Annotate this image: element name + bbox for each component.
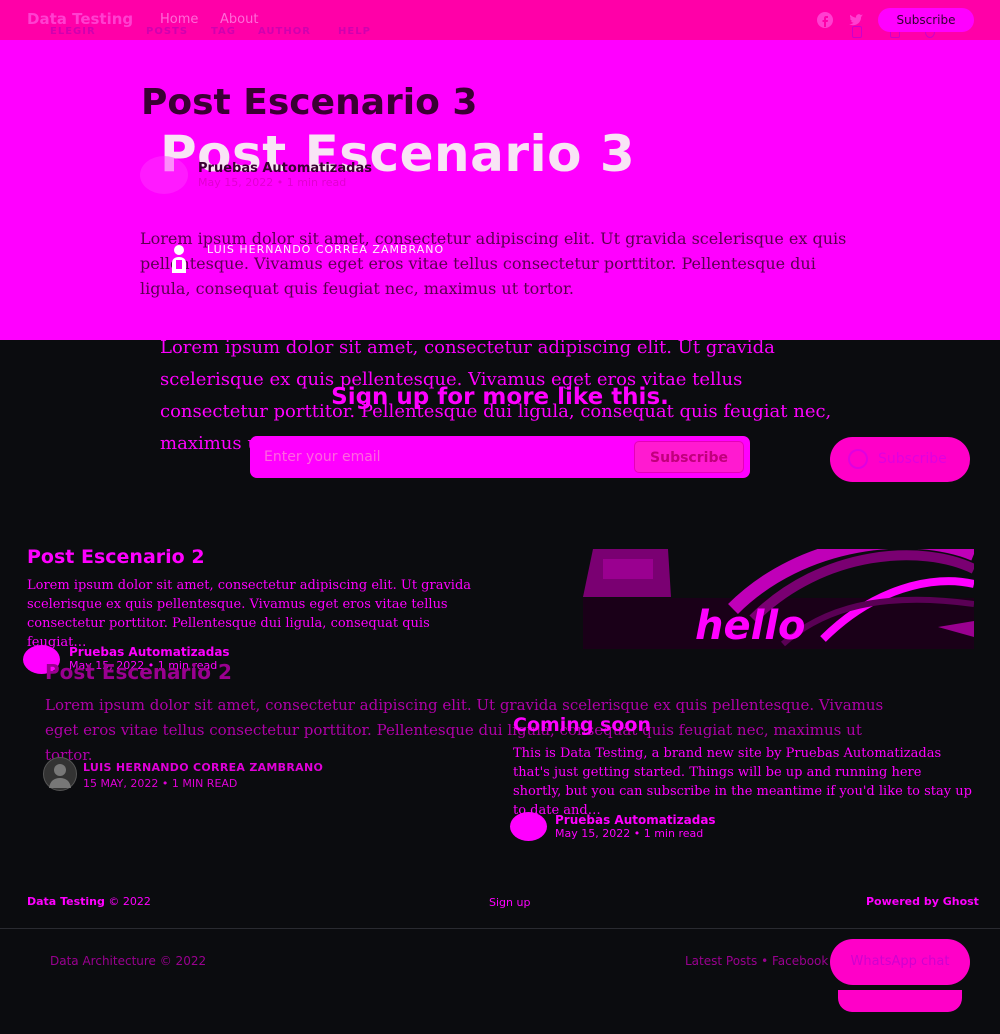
email-input[interactable]: [264, 436, 624, 478]
card-title[interactable]: Post Escenario 2: [27, 546, 205, 568]
card-author-name[interactable]: Pruebas Automatizadas: [69, 645, 230, 659]
card-excerpt: This is Data Testing, a brand new site b…: [513, 746, 972, 818]
ghost-nav-item: TAG: [211, 26, 236, 37]
nav-about[interactable]: About: [220, 12, 258, 27]
feature-image-text: hello: [695, 603, 806, 649]
card-author-avatar: [510, 812, 547, 841]
author-avatar[interactable]: [140, 156, 188, 194]
card-title[interactable]: Coming soon: [513, 714, 651, 736]
floating-subscribe-button[interactable]: Subscribe: [830, 437, 970, 482]
person-icon: [170, 243, 188, 273]
signup-heading: Sign up for more like this.: [331, 384, 669, 410]
card-feature-image[interactable]: hello: [583, 549, 974, 649]
ghost-author-name: LUIS HERNANDO CORREA ZAMBRANO: [207, 243, 445, 256]
footer-powered-by[interactable]: Powered by Ghost: [866, 895, 979, 908]
nav-home[interactable]: Home: [160, 12, 198, 27]
post-meta: May 15, 2022 • 1 min read: [198, 176, 347, 189]
footer-brand[interactable]: Data Testing: [27, 895, 105, 908]
card-meta: May 15, 2022 • 1 min read: [555, 827, 704, 840]
ghost-footer-copyright: Data Architecture © 2022: [50, 954, 207, 968]
footer-copyright: Data Testing © 2022: [27, 895, 151, 908]
ghost-footer-links: Latest Posts • Facebook: [685, 954, 829, 968]
ghost-card-avatar: [43, 757, 77, 791]
footer-year: © 2022: [104, 895, 151, 908]
facebook-icon[interactable]: [816, 11, 834, 29]
signup-form: Subscribe: [250, 436, 750, 478]
ghost-user-icon: [852, 26, 862, 38]
ghost-card-author: LUIS HERNANDO CORREA ZAMBRANO: [83, 761, 324, 774]
signup-submit-button[interactable]: Subscribe: [634, 441, 744, 473]
ghost-nav-item: HELP: [338, 26, 371, 37]
ghost-nav-item: AUTHOR: [258, 26, 311, 37]
post-title: Post Escenario 3: [141, 82, 478, 123]
card-author-name[interactable]: Pruebas Automatizadas: [555, 813, 716, 827]
subscribe-icon: [848, 449, 868, 469]
ghost-card-meta: 15 MAY, 2022 • 1 MIN READ: [83, 777, 238, 790]
footer-divider: [0, 928, 1000, 929]
ghost-nav-item: POSTS: [146, 26, 189, 37]
footer-signup-link[interactable]: Sign up: [489, 896, 530, 909]
subscribe-button[interactable]: Subscribe: [878, 8, 974, 32]
whatsapp-chat-button[interactable]: WhatsApp chat: [830, 939, 970, 985]
ghost-nav-item: ELEGIR: [50, 26, 96, 37]
floating-subscribe-label: Subscribe: [878, 451, 947, 467]
post-author-name[interactable]: Pruebas Automatizadas: [198, 161, 372, 176]
whatsapp-button-ghost: [838, 990, 962, 1012]
card-excerpt: Lorem ipsum dolor sit amet, consectetur …: [27, 578, 472, 650]
post-excerpt: Lorem ipsum dolor sit amet, consectetur …: [140, 229, 847, 298]
ghost-card-title: Post Escenario 2: [45, 660, 232, 684]
